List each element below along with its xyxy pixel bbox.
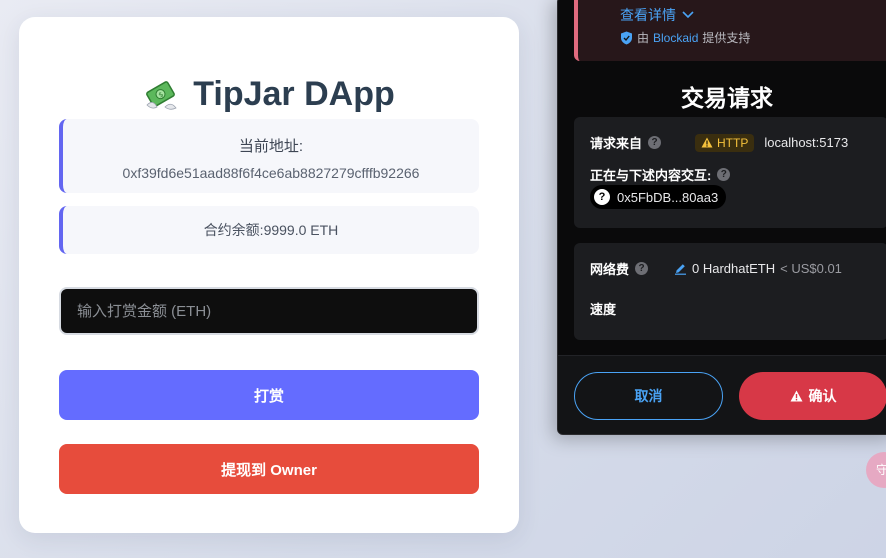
cancel-label: 取消 bbox=[634, 388, 663, 404]
http-badge-label: HTTP bbox=[717, 135, 749, 150]
money-with-wings-icon: $ bbox=[146, 80, 177, 110]
security-provider: 由 Blockaid 提供支持 bbox=[620, 29, 750, 46]
speed-row: 速度 bbox=[590, 299, 616, 318]
tip-amount-input[interactable] bbox=[59, 287, 479, 335]
tip-button[interactable]: 打赏 bbox=[59, 370, 479, 420]
shield-check-icon bbox=[621, 31, 632, 44]
http-warning-badge: HTTP bbox=[695, 133, 755, 152]
confirm-label: 确认 bbox=[808, 388, 837, 404]
address-value: 0xf39fd6e51aad88f6f4ce6ab8827279cfffb922… bbox=[122, 165, 420, 181]
transaction-request-title: 交易请求 bbox=[681, 85, 773, 111]
request-from-label: 请求来自 bbox=[590, 136, 643, 151]
balance-text: 合约余额:9999.0 ETH bbox=[203, 222, 339, 238]
network-fee-label: 网络费 bbox=[590, 262, 630, 277]
withdraw-to-owner-button[interactable]: 提现到 Owner bbox=[59, 444, 479, 494]
address-label: 当前地址: bbox=[238, 138, 304, 155]
provider-suffix: 提供支持 bbox=[702, 31, 751, 45]
floating-button-label: 守 bbox=[876, 463, 886, 477]
security-alert: 查看详情 由 Blockaid 提供支持 bbox=[574, 0, 886, 61]
tipjar-card: $ TipJar DApp 当前地址: 0xf39fd6e51aad88f6f4… bbox=[19, 17, 519, 533]
page-title: TipJar DApp bbox=[193, 75, 395, 113]
contract-address: 0x5FbDB...80aa3 bbox=[617, 189, 719, 205]
view-details-label: 查看详情 bbox=[620, 7, 676, 23]
interacting-label: 正在与下述内容交互: bbox=[590, 168, 712, 183]
help-icon[interactable]: ? bbox=[635, 262, 649, 275]
provider-prefix: 由 bbox=[637, 31, 650, 45]
request-origin: localhost:5173 bbox=[764, 135, 849, 150]
provider-name: Blockaid bbox=[653, 30, 699, 45]
warning-icon bbox=[790, 390, 802, 402]
cancel-button[interactable]: 取消 bbox=[574, 372, 723, 420]
current-address-box: 当前地址: 0xf39fd6e51aad88f6f4ce6ab8827279cf… bbox=[59, 119, 479, 193]
fee-panel: 网络费 ? 0 HardhatETH < US$0.01 速度 bbox=[574, 243, 886, 340]
fee-value[interactable]: 0 HardhatETH < US$0.01 bbox=[674, 261, 842, 276]
help-icon[interactable]: ? bbox=[648, 136, 662, 149]
confirm-button[interactable]: 确认 bbox=[739, 372, 886, 420]
request-origin-row: 请求来自 ? HTTP localhost:5173 bbox=[590, 133, 848, 152]
contract-balance-box: 合约余额:9999.0 ETH bbox=[59, 206, 479, 254]
request-info-panel: 请求来自 ? HTTP localhost:5173 正在与下述内容交互: ? … bbox=[574, 117, 886, 228]
chevron-down-icon bbox=[682, 11, 694, 19]
interacting-row: 正在与下述内容交互: ? bbox=[590, 165, 731, 184]
wallet-footer: 取消 确认 bbox=[558, 355, 886, 434]
edit-pencil-icon bbox=[675, 264, 687, 275]
speed-label: 速度 bbox=[590, 302, 617, 317]
view-details-link[interactable]: 查看详情 bbox=[620, 5, 694, 25]
fee-usd: < US$0.01 bbox=[780, 261, 842, 276]
warning-icon bbox=[701, 137, 713, 148]
help-icon[interactable]: ? bbox=[717, 168, 731, 181]
wallet-confirmation-popup: 查看详情 由 Blockaid 提供支持 交易请求 请求来自 ? HTTP lo… bbox=[557, 0, 886, 435]
floating-assistant-button[interactable]: 守 bbox=[866, 452, 886, 488]
fee-amount: 0 HardhatETH bbox=[692, 261, 776, 276]
title-row: $ TipJar DApp bbox=[19, 75, 519, 114]
network-fee-row: 网络费 ? 0 HardhatETH < US$0.01 bbox=[590, 259, 842, 278]
unknown-contract-icon: ? bbox=[594, 189, 610, 205]
contract-address-pill[interactable]: ? 0x5FbDB...80aa3 bbox=[590, 185, 727, 209]
